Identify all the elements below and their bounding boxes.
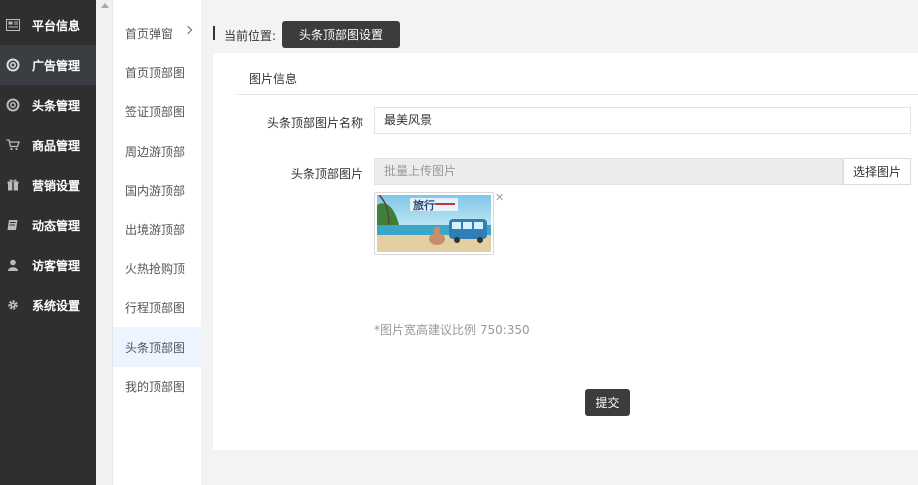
submenu-item-label: 火热抢购顶 (125, 261, 186, 276)
sidebar-scrollbar[interactable] (96, 0, 113, 485)
sidebar-item-ad-management[interactable]: 广告管理 (0, 45, 96, 85)
submenu-item-home-popup[interactable]: 首页弹窗 (113, 13, 201, 53)
lifebuoy-icon (6, 58, 20, 72)
gift-icon (6, 178, 20, 192)
breadcrumb-marker (213, 26, 215, 40)
submenu-item-label: 头条顶部图 (125, 340, 186, 355)
sidebar-item-platform-info[interactable]: 平台信息 (0, 5, 96, 45)
name-field-label: 头条顶部图片名称 (266, 116, 363, 130)
sidebar-item-label: 系统设置 (32, 298, 81, 313)
submit-button[interactable]: 提交 (585, 389, 630, 416)
chevron-right-icon (183, 25, 193, 35)
image-field-label: 头条顶部图片 (290, 167, 363, 181)
submenu-item-itinerary-top-image[interactable]: 行程顶部图 (113, 287, 201, 327)
sidebar-item-marketing-settings[interactable]: 营销设置 (0, 165, 96, 205)
remove-image-close-icon[interactable]: ✕ (495, 192, 505, 203)
book-icon (6, 218, 20, 232)
sidebar-item-visitor-management[interactable]: 访客管理 (0, 245, 96, 285)
submenu-item-nearby-tour-top[interactable]: 周边游顶部 (113, 131, 201, 171)
breadcrumb-current-button[interactable]: 头条顶部图设置 (282, 21, 400, 48)
submenu-item-label: 首页顶部图 (125, 65, 186, 80)
uploaded-image-thumbnail[interactable]: 旅行 (374, 192, 494, 255)
sidebar-item-label: 广告管理 (32, 58, 81, 73)
submenu-item-domestic-tour-top[interactable]: 国内游顶部 (113, 170, 201, 210)
sidebar-item-label: 平台信息 (32, 18, 81, 33)
submenu-item-outbound-tour-top[interactable]: 出境游顶部 (113, 209, 201, 249)
submenu-item-label: 周边游顶部 (125, 144, 186, 159)
sidebar-item-label: 商品管理 (32, 138, 81, 153)
submenu-item-home-top-image[interactable]: 首页顶部图 (113, 52, 201, 92)
sidebar-item-product-management[interactable]: 商品管理 (0, 125, 96, 165)
image-ratio-hint: *图片宽高建议比例 750:350 (374, 323, 530, 337)
submenu-item-label: 出境游顶部 (125, 222, 186, 237)
main-sidebar: 平台信息 广告管理 头条管理 商品管理 营销设置 动态管理 访客管理 系统设置 (0, 0, 96, 485)
submenu-item-visa-top-image[interactable]: 签证顶部图 (113, 91, 201, 131)
sidebar-item-dynamic-management[interactable]: 动态管理 (0, 205, 96, 245)
submenu-item-label: 我的顶部图 (125, 379, 186, 394)
newspaper-icon (6, 18, 20, 32)
panel-title: 图片信息 (249, 72, 298, 86)
submenu-item-label: 签证顶部图 (125, 104, 186, 119)
submenu-item-label: 国内游顶部 (125, 183, 186, 198)
submenu-item-headline-top-image[interactable]: 头条顶部图 (113, 327, 201, 367)
thumbnail-text: 旅行 (413, 198, 435, 212)
sidebar-item-label: 营销设置 (32, 178, 81, 193)
submenu-item-my-top-image[interactable]: 我的顶部图 (113, 366, 201, 406)
choose-image-button[interactable]: 选择图片 (843, 158, 911, 185)
sidebar-item-label: 访客管理 (32, 258, 81, 273)
scroll-up-arrow-icon[interactable] (101, 3, 109, 8)
sidebar-item-label: 头条管理 (32, 98, 81, 113)
sidebar-item-headline-management[interactable]: 头条管理 (0, 85, 96, 125)
travel-banner-image: 旅行 (377, 195, 491, 252)
sidebar-item-label: 动态管理 (32, 218, 81, 233)
submenu-item-hot-sale-top[interactable]: 火热抢购顶 (113, 248, 201, 288)
submenu-item-label: 行程顶部图 (125, 300, 186, 315)
image-info-panel: 图片信息 头条顶部图片名称 最美风景 头条顶部图片 批量上传图片 选择图片 旅行… (213, 53, 918, 450)
submenu: 首页弹窗 首页顶部图 签证顶部图 周边游顶部 国内游顶部 出境游顶部 火热抢购顶… (113, 0, 201, 485)
panel-divider (237, 94, 918, 95)
user-icon (6, 258, 20, 272)
batch-upload-field[interactable]: 批量上传图片 (374, 158, 843, 185)
submenu-item-label: 首页弹窗 (125, 26, 174, 41)
image-name-input[interactable]: 最美风景 (374, 107, 911, 134)
breadcrumb-label: 当前位置: (224, 29, 277, 43)
lifebuoy-icon (6, 98, 20, 112)
cart-icon (6, 138, 20, 152)
gear-icon (6, 298, 20, 312)
sidebar-item-system-settings[interactable]: 系统设置 (0, 285, 96, 325)
